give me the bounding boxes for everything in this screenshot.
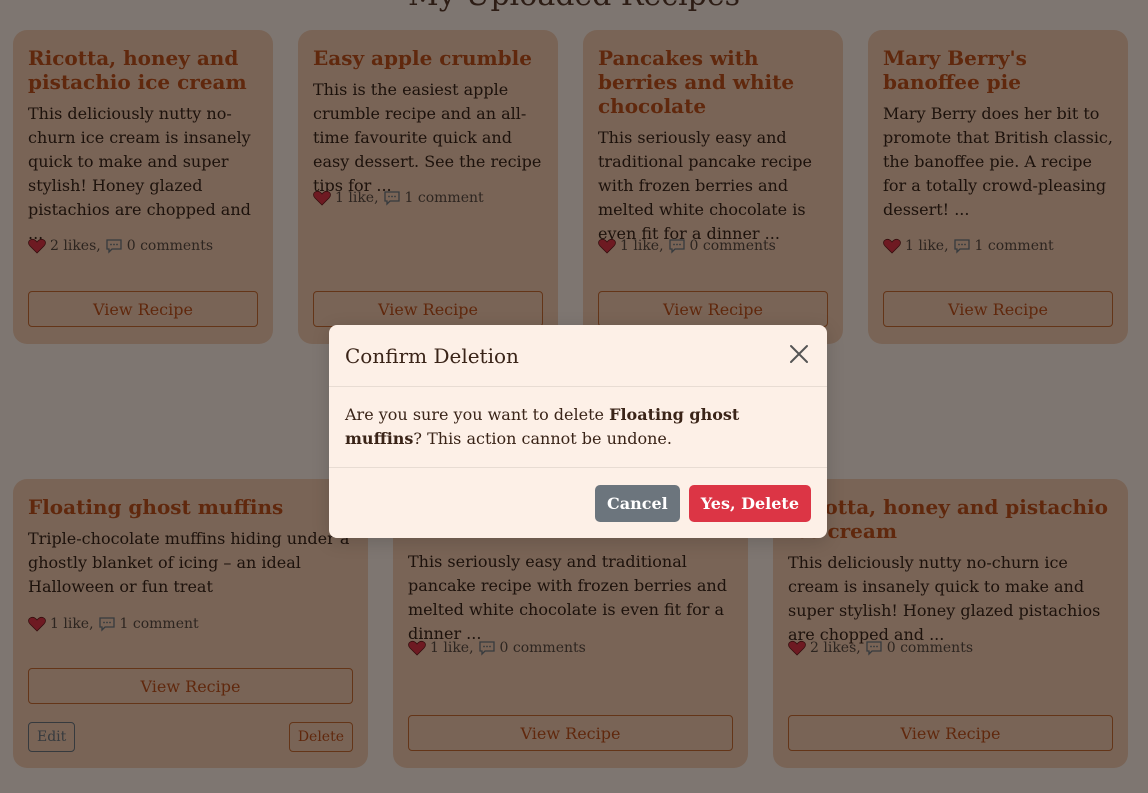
close-button[interactable] <box>787 344 811 368</box>
confirm-delete-button[interactable]: Yes, Delete <box>688 484 811 522</box>
modal-message-suffix: ? This action cannot be undone. <box>413 429 672 448</box>
close-icon <box>789 344 809 367</box>
cancel-button[interactable]: Cancel <box>595 484 680 522</box>
confirm-deletion-dialog: Confirm Deletion Are you sure you want t… <box>329 325 827 538</box>
modal-title: Confirm Deletion <box>345 343 519 368</box>
modal-header: Confirm Deletion <box>329 325 827 387</box>
modal-message-prefix: Are you sure you want to delete <box>345 405 610 424</box>
modal-body: Are you sure you want to delete Floating… <box>329 387 827 468</box>
modal-footer: Cancel Yes, Delete <box>329 468 827 538</box>
